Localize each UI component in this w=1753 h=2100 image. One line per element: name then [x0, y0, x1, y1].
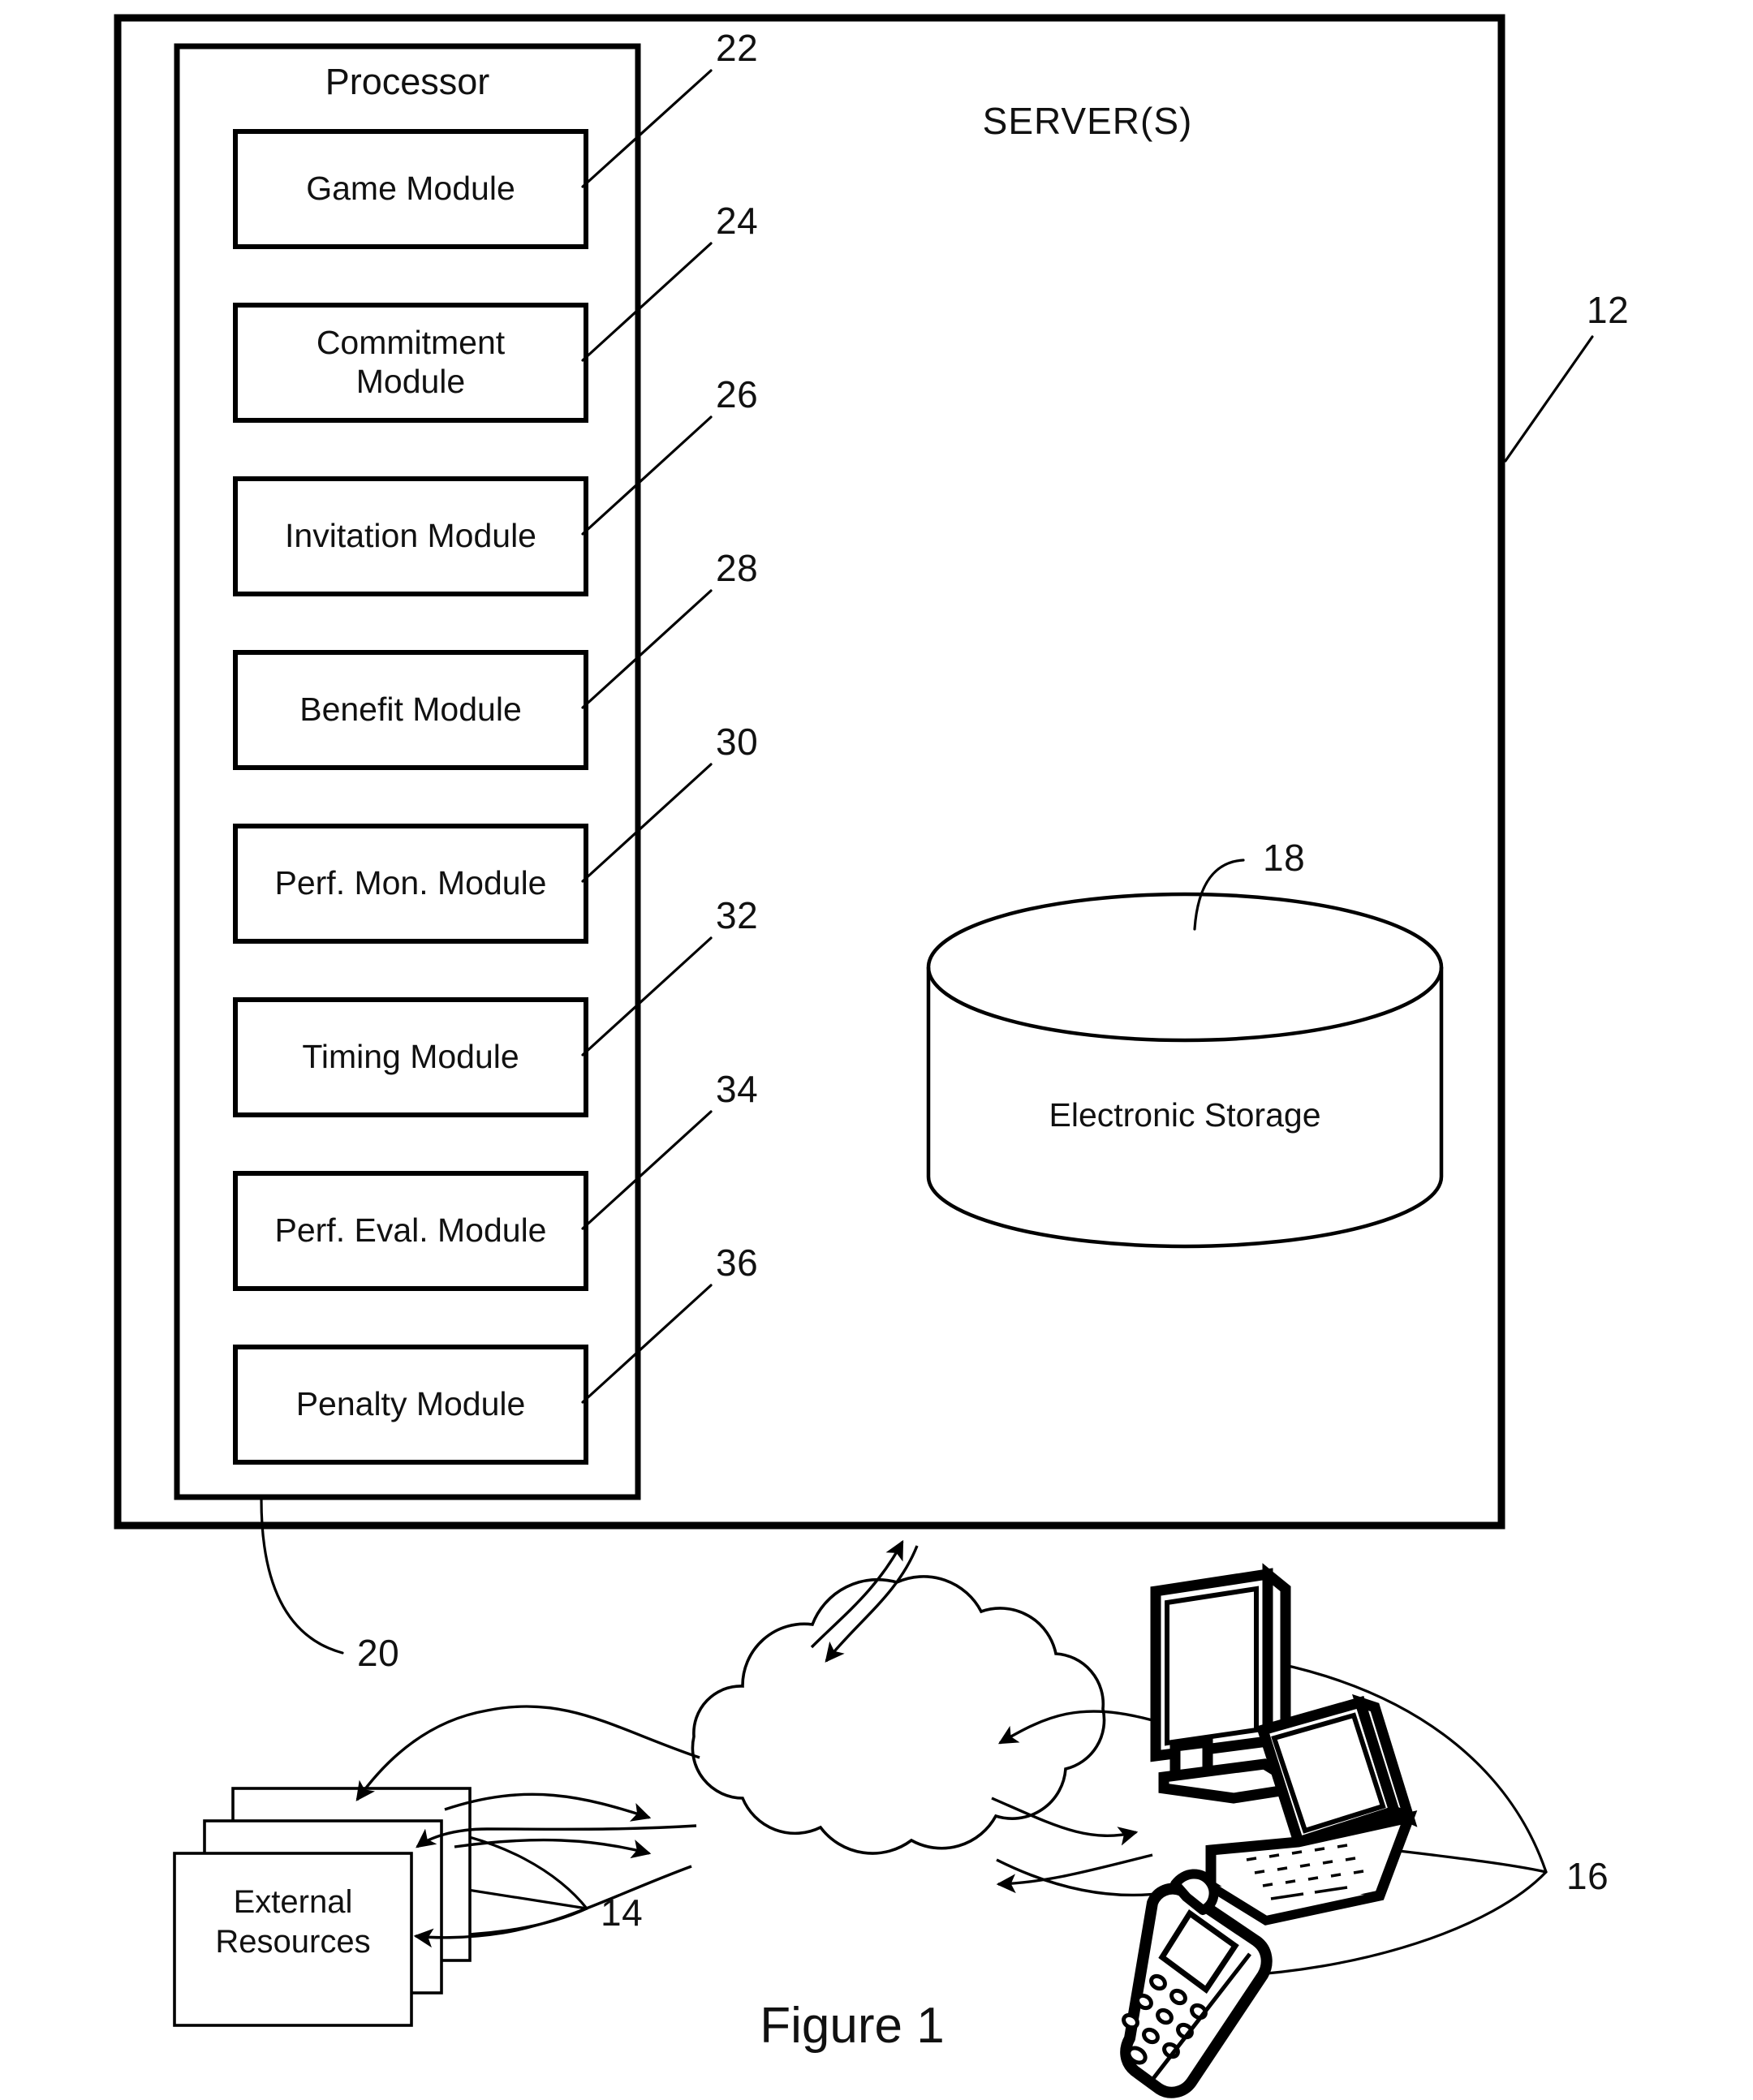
- processor-box: [174, 43, 641, 1500]
- leader-line-36: [581, 1284, 713, 1404]
- leader-line-12: [1504, 335, 1594, 463]
- server-box-label: SERVER(S): [982, 100, 1193, 142]
- leader-line-32: [581, 936, 713, 1056]
- server-boundary-box: [114, 14, 1505, 1530]
- module-label-invitation: Invitation Module: [285, 517, 536, 554]
- electronic-storage-label: Electronic Storage: [1049, 1096, 1321, 1134]
- arrow-external-to-cloud-upper: [444, 1792, 652, 1822]
- ref-numeral-20: 20: [357, 1632, 400, 1674]
- ref-numeral-14: 14: [601, 1891, 644, 1934]
- ref-numeral-12: 12: [1587, 289, 1630, 331]
- ref-numeral-34: 34: [716, 1068, 759, 1110]
- ref-numeral-24: 24: [716, 200, 759, 242]
- leader-line-30: [581, 763, 713, 883]
- external-resources-label: External Resources: [215, 1884, 371, 1960]
- leader-line-24: [581, 242, 713, 362]
- module-label-commitment: Commitment Module: [316, 324, 506, 401]
- ref-numeral-32: 32: [716, 894, 759, 936]
- desktop-monitor-icon: [1150, 1563, 1291, 1804]
- arrow-laptop-to-cloud: [996, 1853, 1153, 1894]
- leader-line-16-b: [1390, 1848, 1548, 1874]
- ref-numeral-28: 28: [716, 547, 759, 589]
- module-label-game: Game Module: [306, 170, 515, 207]
- module-label-benefit: Benefit Module: [299, 691, 522, 728]
- ref-numeral-30: 30: [716, 721, 759, 763]
- module-label-perf-eval: Perf. Eval. Module: [274, 1211, 547, 1249]
- ref-numeral-26: 26: [716, 373, 759, 415]
- electronic-storage-cylinder: [926, 892, 1444, 1249]
- patent-figure-1: SERVER(S) Processor Game Module Commitme…: [0, 0, 1753, 2100]
- ref-numeral-18: 18: [1263, 837, 1306, 879]
- figure-caption: Figure 1: [760, 1998, 945, 2054]
- leader-line-26: [581, 415, 713, 536]
- ref-numeral-22: 22: [716, 27, 759, 69]
- ref-numeral-16: 16: [1566, 1855, 1609, 1897]
- module-label-penalty: Penalty Module: [295, 1385, 526, 1422]
- ref-numeral-36: 36: [716, 1241, 759, 1284]
- arrow-cloud-to-external-top: [355, 1705, 700, 1801]
- leader-line-28: [581, 589, 713, 709]
- module-label-perf-mon: Perf. Mon. Module: [274, 864, 547, 902]
- module-label-timing: Timing Module: [302, 1038, 519, 1075]
- processor-label: Processor: [325, 61, 490, 102]
- network-cloud-icon: [691, 1575, 1106, 1855]
- arrow-external-to-cloud-lower: [454, 1838, 652, 1859]
- leader-line-34: [581, 1110, 713, 1230]
